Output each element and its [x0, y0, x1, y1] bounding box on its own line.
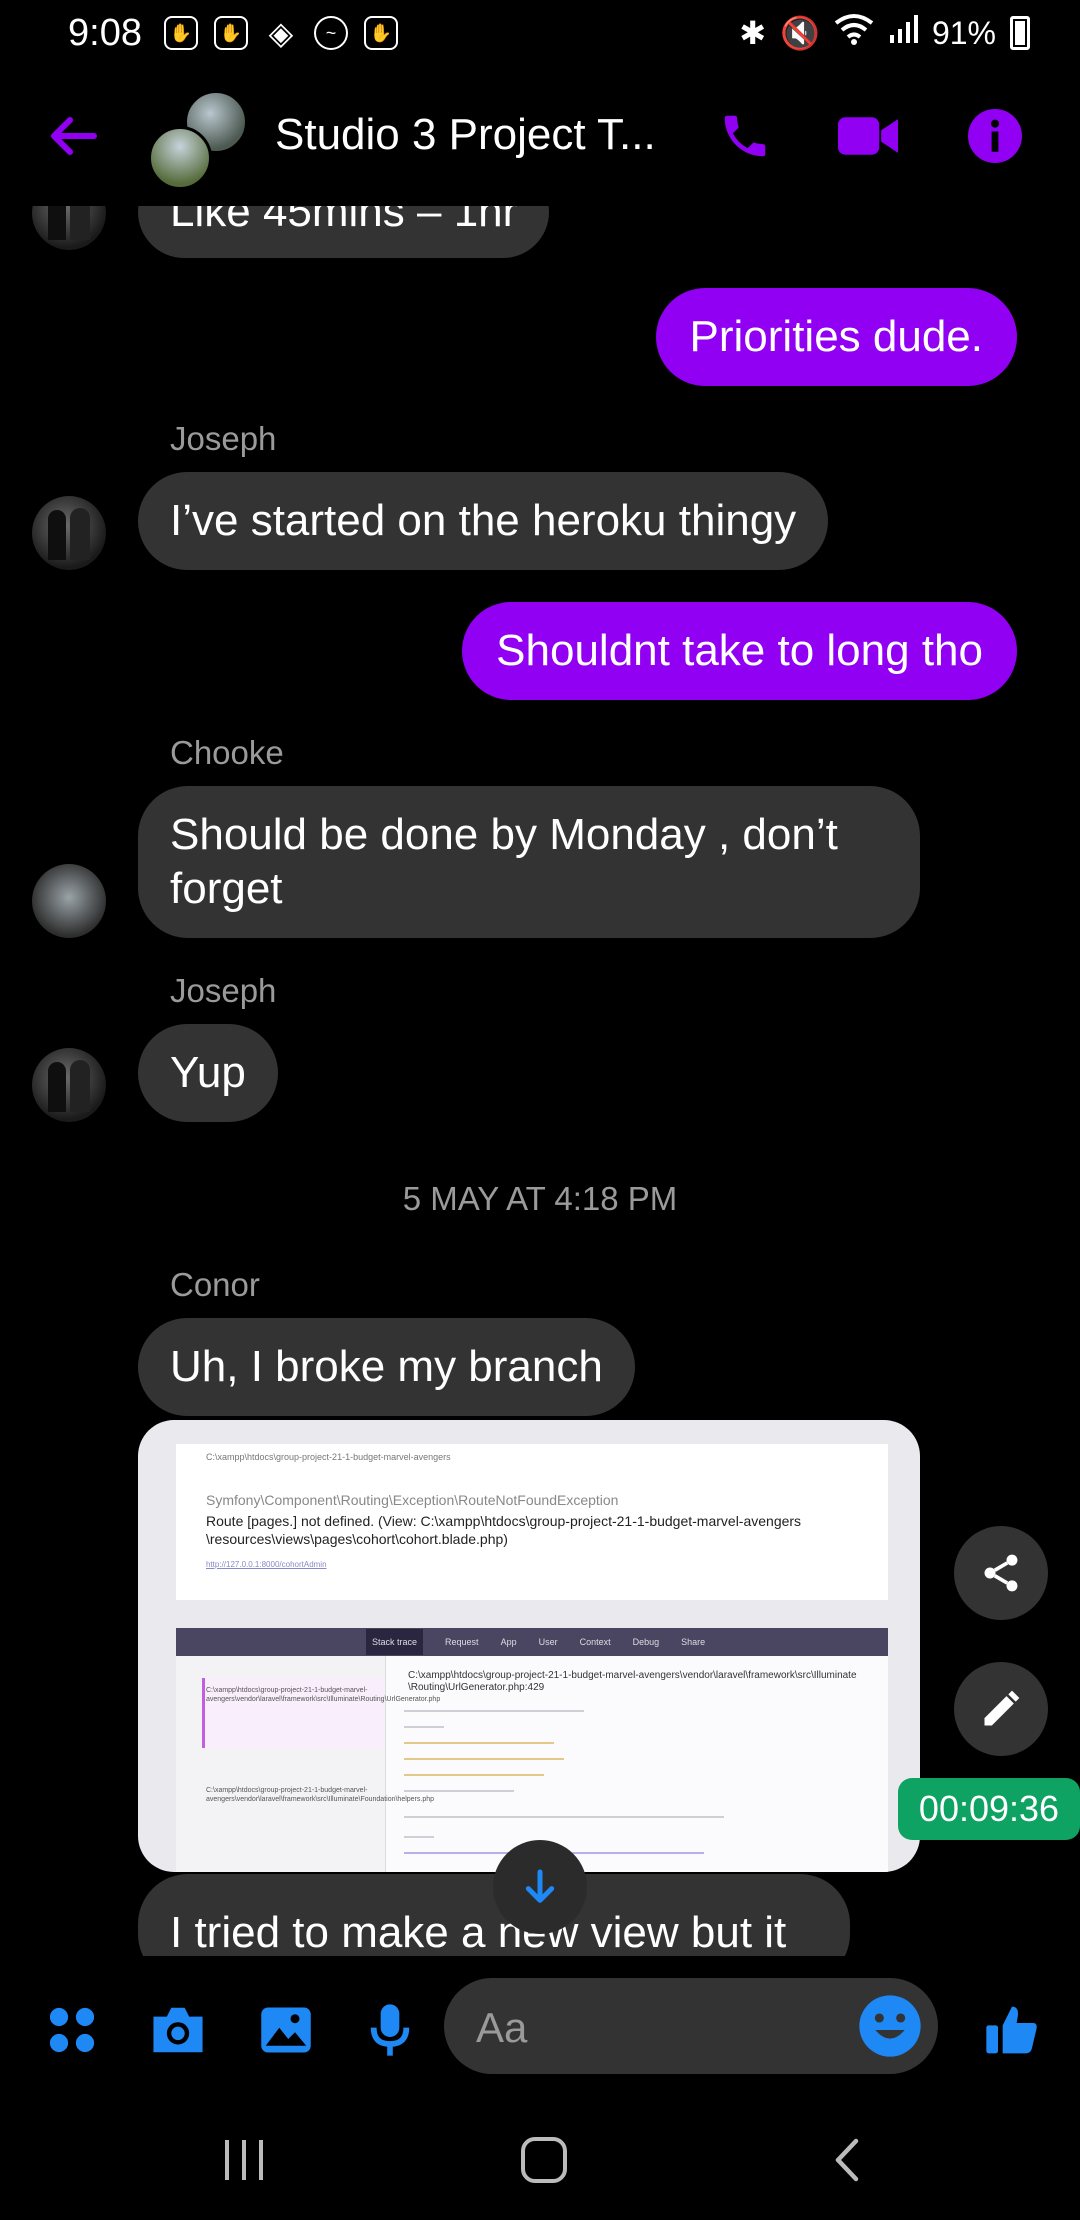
message-bubble-incoming[interactable]: Yup [138, 1024, 278, 1122]
debug-tabs: Stack trace Request App User Context Deb… [176, 1628, 888, 1656]
error-link: http://127.0.0.1:8000/cohortAdmin [206, 1560, 327, 1569]
avatar [148, 126, 212, 190]
frame-item: C:\xampp\htdocs\group-project-21-1-budge… [206, 1787, 435, 1803]
hamsa-icon: ✋ [363, 16, 398, 50]
scroll-to-bottom-button[interactable] [493, 1840, 587, 1934]
group-avatar[interactable] [148, 90, 248, 190]
error-page-header: C:\xampp\htdocs\group-project-21-1-budge… [176, 1444, 888, 1600]
recents-icon [225, 2140, 263, 2180]
chat-header: Studio 3 Project T... [0, 66, 1080, 206]
like-button[interactable] [982, 2000, 1042, 2060]
tab-user: User [538, 1637, 558, 1647]
gallery-icon [261, 2007, 311, 2053]
call-button[interactable] [715, 106, 775, 166]
hamsa-icon: ✋ [213, 16, 248, 50]
edit-button[interactable] [954, 1662, 1048, 1756]
code-line [404, 1836, 434, 1838]
back-button[interactable] [48, 116, 98, 156]
sender-name: Joseph [170, 972, 277, 1009]
system-icons: ✱ 🔇 91% [739, 13, 1030, 53]
exception-class: Symfony\Component\Routing\Exception\Rout… [206, 1492, 619, 1508]
messenger-icon: ~ [313, 16, 348, 50]
thumbs-up-icon [986, 2006, 1037, 2054]
recording-timer: 00:09:36 [898, 1778, 1080, 1840]
message-bubble-incoming[interactable]: I’ve started on the heroku thingy [138, 472, 829, 570]
exception-message: Route [pages.] not defined. (View: C:\xa… [206, 1513, 802, 1547]
back-arrow-icon [51, 117, 97, 155]
message-bubble-outgoing[interactable]: Shouldnt take to long tho [462, 602, 1017, 700]
info-button[interactable] [965, 106, 1025, 166]
pencil-icon [984, 1690, 1020, 1726]
tab-share: Share [681, 1637, 706, 1647]
battery-percent: 91% [931, 14, 996, 51]
battery-icon [1010, 16, 1030, 50]
composer-bar: Aa [0, 1956, 1080, 2096]
voice-button[interactable] [360, 2000, 420, 2060]
code-file-title: C:\xampp\htdocs\group-project-21-1-budge… [408, 1670, 857, 1693]
avatar[interactable] [32, 496, 106, 570]
code-line [404, 1726, 444, 1728]
mute-icon: 🔇 [780, 15, 820, 51]
tab-context: Context [579, 1637, 611, 1647]
tab-app: App [500, 1637, 517, 1647]
video-call-button[interactable] [838, 106, 898, 166]
avatar[interactable] [32, 1048, 106, 1122]
phone-icon [724, 115, 766, 157]
error-path: C:\xampp\htdocs\group-project-21-1-budge… [206, 1452, 451, 1462]
message-bubble-incoming[interactable]: Should be done by Monday , don’t forget [138, 786, 920, 938]
share-button[interactable] [954, 1526, 1048, 1620]
sender-name: Conor [170, 1266, 260, 1303]
code-line [404, 1710, 584, 1712]
stack-frames: C:\xampp\htdocs\group-project-21-1-budge… [176, 1656, 441, 1872]
tab-debug: Debug [632, 1637, 660, 1647]
message-input[interactable]: Aa [444, 1978, 938, 2074]
video-icon [838, 117, 898, 155]
bluetooth-icon: ✱ [739, 15, 767, 51]
apps-icon [49, 2007, 95, 2053]
code-line [404, 1774, 544, 1776]
hamsa-icon: ✋ [163, 16, 198, 50]
mic-icon [370, 2004, 410, 2056]
date-separator: 5 MAY AT 4:18 PM [402, 1180, 678, 1217]
frame-item: C:\xampp\htdocs\group-project-21-1-budge… [206, 1687, 441, 1703]
message-bubble-incoming[interactable]: Like 45mins – 1hr [138, 206, 550, 258]
message-bubble-incoming[interactable]: Uh, I broke my branch [138, 1318, 635, 1416]
sender-name: Joseph [170, 420, 277, 457]
recents-button[interactable] [214, 2130, 274, 2190]
tab-stack-trace: Stack trace [366, 1629, 424, 1655]
emoji-icon[interactable] [858, 1994, 922, 2058]
code-line [404, 1790, 514, 1792]
avatar[interactable] [32, 864, 106, 938]
share-icon [984, 1554, 1018, 1592]
arrow-down-icon [525, 1869, 555, 1903]
code-line [404, 1816, 724, 1818]
status-bar: 9:08 ✋ ✋ ◈ ~ ✋ ✱ 🔇 91% [0, 0, 1080, 66]
sender-name: Chooke [170, 734, 284, 771]
avatar [32, 206, 106, 250]
code-line [404, 1742, 554, 1744]
message-list[interactable]: Like 45mins – 1hr Priorities dude. Josep… [0, 206, 1080, 1956]
message-bubble-outgoing[interactable]: Priorities dude. [655, 288, 1017, 386]
wifi-icon [834, 13, 874, 53]
message-input-placeholder: Aa [476, 2004, 528, 2051]
home-icon [521, 2137, 567, 2183]
signal-icon [888, 13, 918, 53]
info-icon [968, 109, 1022, 163]
back-icon [835, 2138, 859, 2182]
tab-request: Request [445, 1637, 479, 1647]
image-attachment[interactable]: C:\xampp\htdocs\group-project-21-1-budge… [138, 1420, 920, 1872]
binance-icon: ◈ [268, 15, 294, 51]
camera-icon [153, 2007, 203, 2053]
chat-title[interactable]: Studio 3 Project T... [275, 110, 705, 160]
nav-back-button[interactable] [818, 2130, 878, 2190]
home-button[interactable] [514, 2130, 574, 2190]
more-apps-button[interactable] [42, 2000, 102, 2060]
notification-icons: ✋ ✋ ◈ ~ ✋ [163, 15, 398, 51]
status-time: 9:08 [68, 11, 142, 54]
code-line [404, 1758, 564, 1760]
camera-button[interactable] [148, 2000, 208, 2060]
gallery-button[interactable] [256, 2000, 316, 2060]
system-nav-bar [0, 2096, 1080, 2220]
